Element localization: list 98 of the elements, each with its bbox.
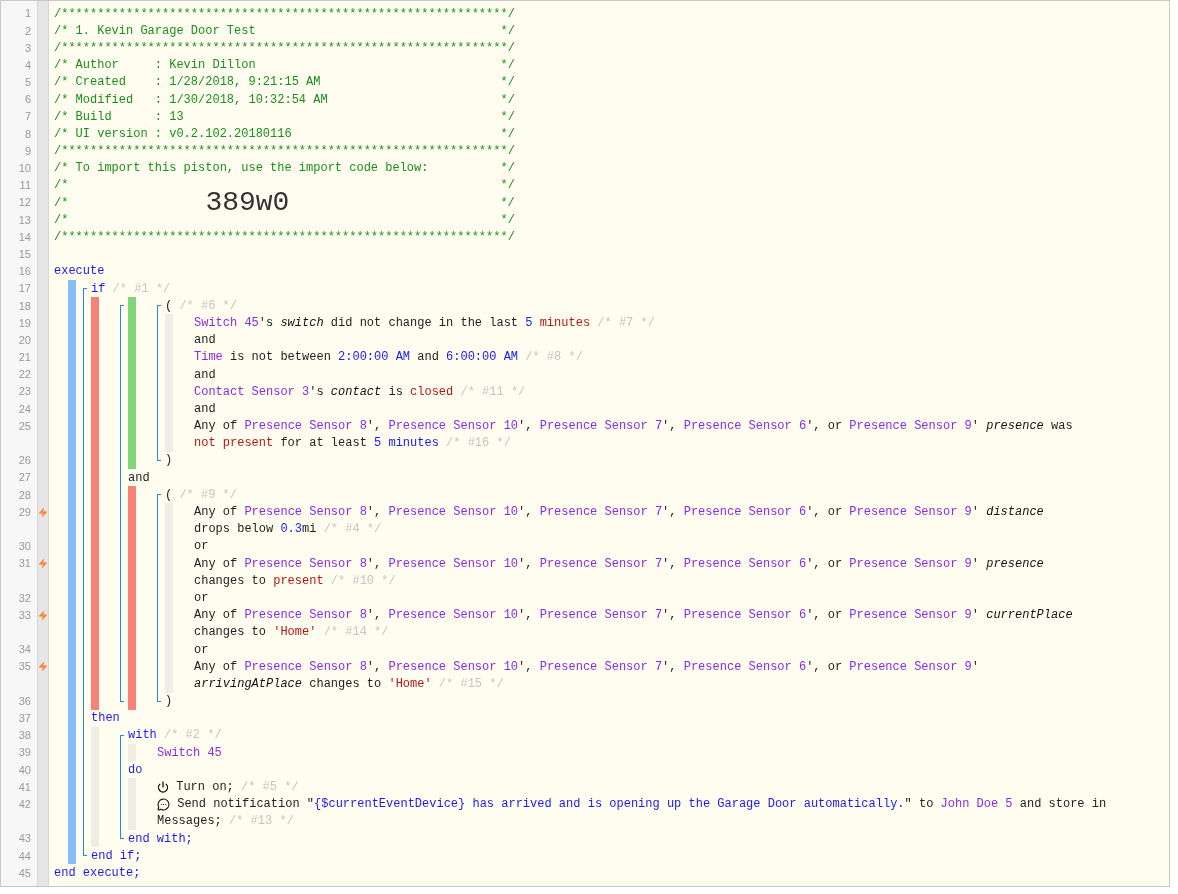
line-number: 40 [18, 762, 31, 778]
line-number: 31 [18, 556, 31, 572]
code-line: and [194, 332, 216, 350]
line-number: 6 [24, 92, 31, 108]
line-number: 32 [18, 590, 31, 606]
chat-bubble-icon [157, 797, 170, 811]
line-number: 29 [18, 504, 31, 520]
code-line: not present for at least 5 minutes /* #16 */ [194, 435, 511, 453]
code-line: with /* #2 */ [128, 727, 222, 745]
line-number: 23 [18, 384, 31, 400]
code-line: Messages; /* #13 */ [157, 813, 294, 831]
code-line: /* 1. Kevin Garage Door Test */ [54, 22, 515, 40]
line-number: 38 [18, 728, 31, 744]
line-number: 35 [18, 659, 31, 675]
line-number: 33 [18, 607, 31, 623]
line-number: 45 [18, 865, 31, 881]
line-number: 9 [24, 143, 31, 159]
code-line: end with; [128, 830, 193, 848]
code-line: or [194, 538, 209, 556]
line-number: 7 [24, 109, 31, 125]
code-line: /**************************************************************/ [54, 229, 515, 247]
line-number: 20 [18, 332, 31, 348]
line-number: 19 [18, 315, 31, 331]
line-number: 17 [18, 281, 31, 297]
code-line: /**************************************************************/ [54, 143, 515, 161]
line-number: 26 [18, 453, 31, 469]
line-number: 34 [18, 642, 31, 658]
code-line: ) [165, 693, 173, 711]
line-number: 13 [18, 212, 31, 228]
code-line: /**************************************************************/ [54, 39, 515, 57]
code-line: end if; [91, 847, 142, 865]
code-line: execute [54, 263, 105, 281]
code-line: arrivingAtPlace changes to 'Home' /* #15 */ [194, 675, 504, 693]
line-number: 12 [18, 195, 31, 211]
code-line: if /* #1 */ [91, 280, 171, 298]
code-line: end execute; [54, 864, 141, 882]
code-line: /* UI version : v0.2.102.20180116 */ [54, 125, 515, 143]
line-number: 10 [18, 161, 31, 177]
code-line: Any of Presence Sensor 8', Presence Sensor 10', Presence Sensor 7', Presence Sensor 6', or Presence Sensor 9' presence [194, 555, 1044, 573]
line-number: 43 [18, 831, 31, 847]
line-number: 24 [18, 401, 31, 417]
code-line: do [128, 761, 143, 779]
line-number: 16 [18, 264, 31, 280]
code-line: Any of Presence Sensor 8', Presence Sensor 10', Presence Sensor 7', Presence Sensor 6', or Presence Sensor 9' currentPlace [194, 607, 1073, 625]
line-number: 28 [18, 487, 31, 503]
line-number: 25 [18, 418, 31, 434]
line-number: 36 [18, 693, 31, 709]
line-number: 4 [24, 57, 31, 73]
line-number: 14 [18, 229, 31, 245]
code-line: */ [500, 194, 515, 212]
line-number: 1 [24, 6, 31, 22]
line-number: 39 [18, 745, 31, 761]
line-number: 2 [24, 23, 31, 39]
code-line: Contact Sensor 3's contact is closed /* #11 */ [194, 383, 526, 401]
code-line: Switch 45's switch did not change in the last 5 minutes /* #7 */ [194, 314, 655, 332]
line-number: 11 [19, 178, 31, 194]
code-line: or [194, 641, 209, 659]
code-line: and [128, 469, 150, 487]
code-line: and [194, 400, 216, 418]
code-line: changes to 'Home' /* #14 */ [194, 624, 389, 642]
code-line: /* Created : 1/28/2018, 9:21:15 AM */ [54, 74, 515, 92]
line-number: 15 [18, 246, 31, 262]
code-line: ) [165, 452, 173, 470]
power-icon [157, 781, 169, 794]
code-line: drops below 0.3mi /* #4 */ [194, 521, 382, 539]
code-line: /* To import this piston, use the import code below: */ [54, 160, 515, 178]
line-number: 3 [24, 40, 31, 56]
code-line: Turn on; /* #5 */ [175, 779, 299, 797]
code-line: /* */ [54, 177, 515, 193]
line-number: 30 [18, 539, 31, 555]
line-number: 41 [18, 779, 31, 795]
code-line: /**************************************************************/ [54, 5, 515, 23]
code-line: /* Modified : 1/30/2018, 10:32:54 AM */ [54, 91, 515, 109]
code-line: ( /* #9 */ [165, 486, 237, 504]
line-number: 44 [18, 848, 31, 864]
line-number: 8 [24, 126, 31, 142]
code-line: /* */ [54, 211, 515, 229]
line-number: 18 [18, 298, 31, 314]
code-line: Switch 45 [157, 744, 222, 762]
line-number: 5 [24, 75, 31, 91]
code-line: Any of Presence Sensor 8', Presence Sensor 10', Presence Sensor 7', Presence Sensor 6', or Presence Sensor 9' presence was [194, 418, 1073, 436]
code-line: then [91, 710, 120, 728]
line-number: 27 [18, 470, 31, 486]
line-number: 22 [18, 367, 31, 383]
code-line: changes to present /* #10 */ [194, 572, 396, 590]
code-line: Send notification "{$currentEventDevice} has arrived and is opening up the Garage Door automatically." to John Doe 5 and store in [176, 796, 1107, 814]
code-line: Any of Presence Sensor 8', Presence Sensor 10', Presence Sensor 7', Presence Sensor 6', or Presence Sensor 9' [194, 658, 979, 676]
line-number: 42 [18, 796, 31, 812]
import-code: 389w0 [205, 194, 290, 212]
code-line: or [194, 589, 209, 607]
code-line: /* Author : Kevin Dillon */ [54, 57, 515, 75]
code-line: Time is not between 2:00:00 AM and 6:00:00 AM /* #8 */ [194, 349, 583, 367]
code-line: Any of Presence Sensor 8', Presence Sensor 10', Presence Sensor 7', Presence Sensor 6', or Presence Sensor 9' distance [194, 504, 1044, 522]
line-number: 21 [18, 350, 31, 366]
code-line: /* Build : 13 */ [54, 108, 515, 126]
line-number: 37 [18, 711, 31, 727]
code-line: and [194, 366, 216, 384]
code-line: /* [54, 194, 69, 212]
